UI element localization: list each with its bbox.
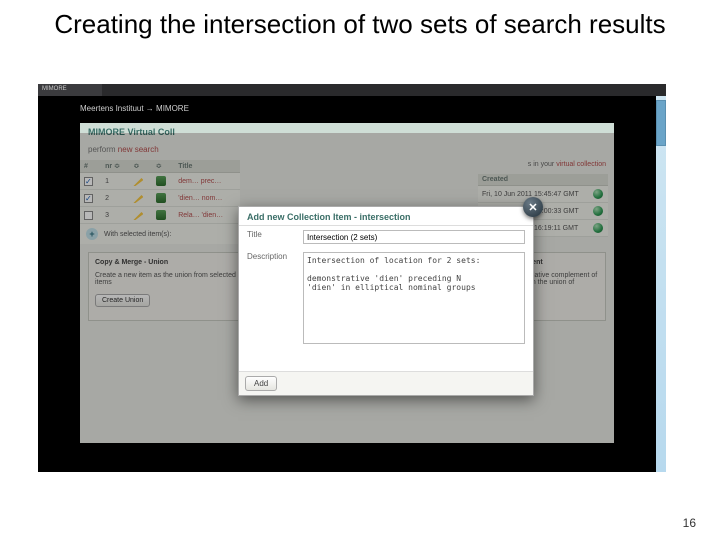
tab-bar: MIMORE bbox=[38, 84, 666, 96]
vertical-scrollbar[interactable] bbox=[656, 96, 666, 472]
page-number: 16 bbox=[683, 516, 696, 530]
description-textarea[interactable] bbox=[303, 252, 525, 344]
browser-window: MIMORE Meertens Instituut → MIMORE MIMOR… bbox=[38, 84, 666, 472]
browser-tab[interactable]: MIMORE bbox=[38, 84, 102, 96]
add-button[interactable]: Add bbox=[245, 376, 277, 391]
breadcrumb: Meertens Instituut → MIMORE bbox=[38, 96, 656, 121]
slide-title: Creating the intersection of two sets of… bbox=[0, 0, 720, 45]
dialog-title: Add new Collection Item - intersection bbox=[239, 207, 533, 226]
scrollbar-thumb[interactable] bbox=[656, 100, 666, 146]
add-item-dialog: ✕ Add new Collection Item - intersection… bbox=[238, 206, 534, 396]
title-input[interactable] bbox=[303, 230, 525, 244]
description-label: Description bbox=[247, 252, 297, 344]
title-label: Title bbox=[247, 230, 297, 244]
close-icon[interactable]: ✕ bbox=[523, 197, 543, 217]
